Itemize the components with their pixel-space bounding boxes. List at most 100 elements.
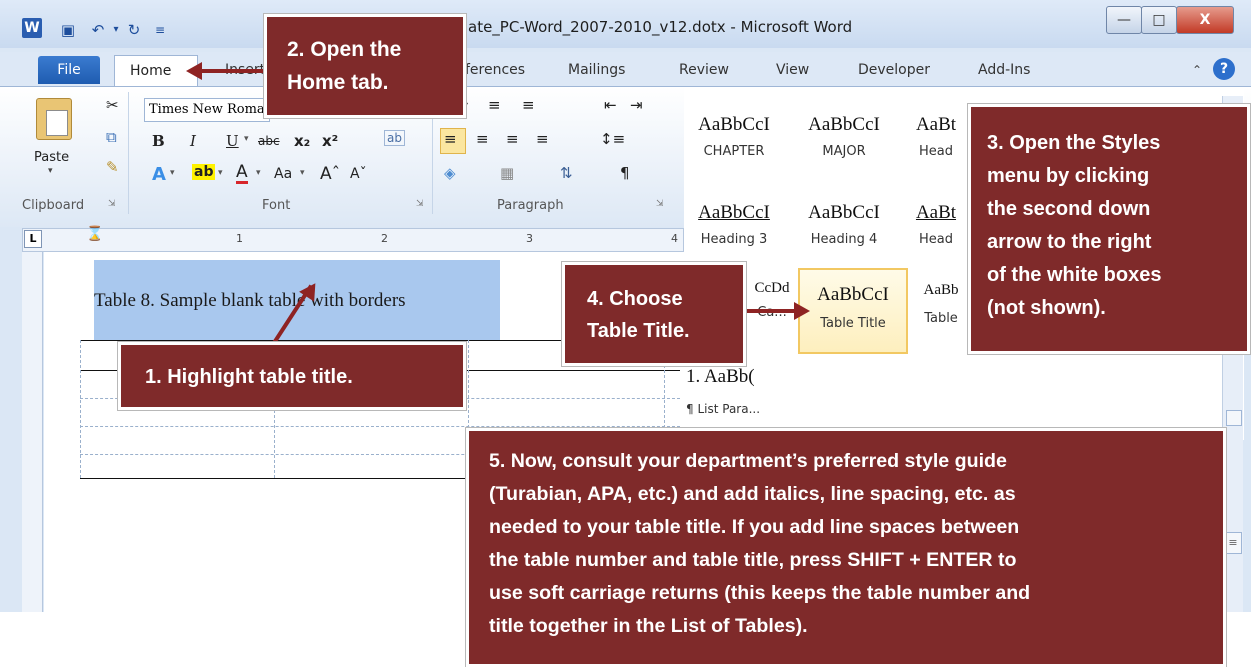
change-case-icon[interactable]: ab (384, 130, 405, 146)
line-spacing-icon[interactable]: ↕≡ (600, 130, 625, 148)
tab-mailings[interactable]: Mailings (568, 62, 625, 78)
tab-references[interactable]: ferences (465, 62, 525, 78)
callout-text: the table number and table title, press … (489, 549, 1017, 571)
style-table-partial[interactable]: AaBb Table (914, 268, 968, 338)
style-caption-partial[interactable]: CcDd Ca... (748, 266, 796, 336)
copy-icon[interactable]: ⧉ (106, 128, 117, 146)
tab-file[interactable]: File (38, 56, 100, 84)
save-icon[interactable]: ▣ (58, 20, 78, 40)
show-paragraph-marks-icon[interactable]: ¶ (620, 164, 630, 182)
ruler-mark: 4 (671, 232, 678, 245)
table-col-line (80, 340, 81, 478)
case-dropdown-icon[interactable]: ▾ (300, 168, 305, 178)
clipboard-launcher-icon[interactable]: ⇲ (108, 199, 116, 209)
callout-choose-table-title: 4. Choose Table Title. (562, 262, 746, 366)
increase-indent-icon[interactable]: ⇥ (630, 96, 643, 114)
callout-text: the second down (987, 198, 1151, 220)
word-app-icon[interactable]: W (22, 18, 42, 38)
underline-dropdown-icon[interactable]: ▾ (244, 134, 249, 144)
borders-icon[interactable]: ▦ (500, 164, 514, 182)
customize-qat-icon[interactable]: ≡ (150, 20, 170, 40)
table-title-text[interactable]: Table 8. Sample blank table with borders (94, 290, 406, 312)
callout-text: 1. Highlight table title. (145, 366, 353, 388)
style-chapter[interactable]: AaBbCcI CHAPTER (686, 100, 782, 170)
redo-icon[interactable]: ↻ (124, 20, 144, 40)
minimize-button[interactable]: — (1106, 6, 1142, 34)
group-clipboard-label: Clipboard (22, 198, 85, 213)
decrease-indent-icon[interactable]: ⇤ (604, 96, 617, 114)
maximize-button[interactable]: □ (1141, 6, 1177, 34)
style-sample: CcDd (754, 280, 790, 296)
horizontal-ruler[interactable] (22, 228, 684, 252)
format-painter-icon[interactable]: ✎ (106, 158, 119, 176)
multilevel-list-icon[interactable]: ≡ (522, 96, 535, 114)
minimize-ribbon-icon[interactable]: ⌃ (1192, 63, 1202, 77)
gallery-scroll-down-icon[interactable] (1226, 410, 1242, 426)
highlight-color-icon[interactable]: ab (192, 164, 216, 180)
grow-font-icon[interactable]: Aˆ (320, 164, 340, 184)
paste-label[interactable]: Paste (34, 150, 69, 165)
tab-add-ins[interactable]: Add-Ins (978, 62, 1030, 78)
undo-icon[interactable]: ↶ (88, 20, 108, 40)
callout-text: (not shown). (987, 297, 1106, 319)
sort-icon[interactable]: ⇅ (560, 164, 573, 182)
style-sample: AaBbCcI (808, 114, 880, 135)
style-name: Table Title (820, 316, 886, 331)
italic-icon[interactable]: I (190, 132, 196, 150)
tab-selector-icon[interactable]: L (24, 230, 42, 248)
font-launcher-icon[interactable]: ⇲ (416, 199, 424, 209)
numbering-icon[interactable]: ≡ (488, 96, 501, 114)
shrink-font-icon[interactable]: Aˇ (350, 166, 367, 182)
paragraph-launcher-icon[interactable]: ⇲ (656, 199, 664, 209)
style-heading-partial-2[interactable]: AaBt Head (906, 188, 966, 258)
style-name: ¶ List Para... (686, 402, 761, 416)
subscript-icon[interactable]: x₂ (294, 132, 310, 150)
vertical-ruler[interactable] (22, 252, 43, 612)
paste-icon-sheet (46, 110, 68, 136)
arrow-to-table-title-style (744, 309, 796, 313)
justify-icon[interactable]: ≡ (536, 130, 549, 148)
callout-text: Table Title. (587, 320, 690, 342)
callout-text: needed to your table title. If you add l… (489, 516, 1020, 538)
callout-text: use soft carriage returns (this keeps th… (489, 582, 1031, 604)
align-left-icon: ≡ (444, 130, 457, 148)
bold-icon[interactable]: B (152, 132, 165, 150)
strikethrough-icon[interactable]: abc (258, 134, 280, 148)
close-button[interactable]: X (1176, 6, 1234, 34)
align-right-icon[interactable]: ≡ (506, 130, 519, 148)
style-heading-3[interactable]: AaBbCcI Heading 3 (686, 188, 782, 258)
shading-icon[interactable]: ◈ (444, 164, 456, 182)
style-major[interactable]: AaBbCcI MAJOR (796, 100, 892, 170)
tab-review[interactable]: Review (679, 62, 729, 78)
help-icon[interactable]: ? (1213, 58, 1235, 80)
scroll-thumb-icon[interactable]: ≡ (1224, 532, 1242, 554)
text-effects-dropdown-icon[interactable]: ▾ (170, 168, 175, 178)
style-heading-4[interactable]: AaBbCcI Heading 4 (796, 188, 892, 258)
style-sample: AaBb (923, 282, 959, 298)
style-sample: 1. AaBb( (686, 366, 755, 387)
group-font-label: Font (262, 198, 291, 213)
tab-developer[interactable]: Developer (858, 62, 930, 78)
superscript-icon[interactable]: x² (322, 132, 338, 150)
font-color-icon[interactable]: A (236, 164, 248, 184)
table-row-line (80, 426, 680, 427)
font-size-case-icon[interactable]: Aa (274, 166, 292, 182)
callout-text: menu by clicking (987, 165, 1150, 187)
style-table-title[interactable]: AaBbCcI Table Title (798, 268, 908, 354)
callout-text: (Turabian, APA, etc.) and add italics, l… (489, 483, 1016, 505)
tab-view[interactable]: View (776, 62, 809, 78)
cut-icon[interactable]: ✂ (106, 96, 119, 114)
font-color-dropdown-icon[interactable]: ▾ (256, 168, 261, 178)
highlight-dropdown-icon[interactable]: ▾ (218, 168, 223, 178)
text-effects-icon[interactable]: A (152, 164, 166, 185)
underline-icon[interactable]: U (226, 132, 239, 150)
paste-dropdown-icon[interactable]: ▾ (48, 166, 53, 176)
style-sample: AaBbCcI (817, 284, 889, 305)
font-name-box[interactable]: Times New Roman (144, 98, 270, 122)
indent-marker-icon[interactable]: ⌛ (86, 226, 103, 242)
undo-dropdown-icon[interactable]: ▾ (106, 20, 126, 40)
style-heading-partial[interactable]: AaBt Head (906, 100, 966, 170)
style-list-paragraph[interactable]: 1. AaBb( ¶ List Para... (686, 366, 782, 416)
center-icon[interactable]: ≡ (476, 130, 489, 148)
style-name: Heading 4 (810, 232, 878, 247)
